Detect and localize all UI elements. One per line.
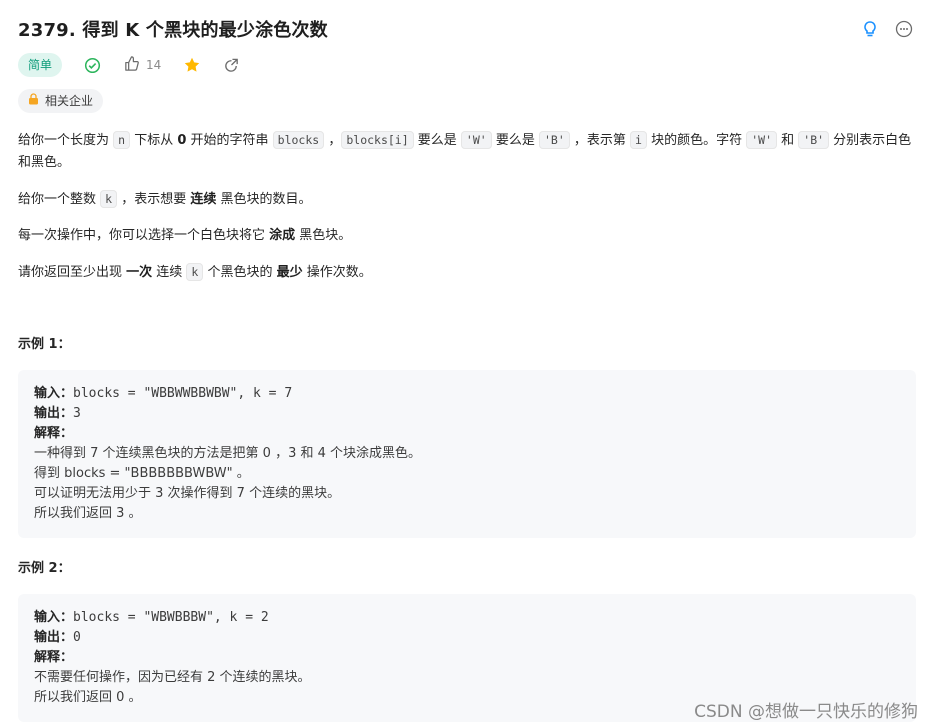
like-button[interactable]: 14 xyxy=(123,55,161,75)
example-1-title: 示例 1： xyxy=(18,337,71,352)
desc-paragraph-3: 每一次操作中，你可以选择一个白色块将它 涂成 黑色块。 xyxy=(18,228,352,243)
check-circle-icon xyxy=(84,57,101,74)
company-tag[interactable]: 相关企业 xyxy=(18,89,104,113)
example-2-title: 示例 2： xyxy=(18,561,71,576)
difficulty-badge: 简单 xyxy=(18,53,63,77)
lock-icon xyxy=(28,92,39,110)
meta-row: 简单 14 xyxy=(18,53,916,77)
more-icon[interactable] xyxy=(894,19,914,39)
star-icon[interactable] xyxy=(183,56,201,74)
desc-paragraph-4: 请你返回至少出现 一次 连续 k 个黑色块的 最少 操作次数。 xyxy=(18,263,372,281)
company-tag-label: 相关企业 xyxy=(45,94,94,108)
lightbulb-icon[interactable] xyxy=(860,19,880,39)
share-icon[interactable] xyxy=(223,57,240,74)
like-count: 14 xyxy=(146,58,162,72)
title-row: 2379. 得到 K 个黑块的最少涂色次数 xyxy=(18,14,916,44)
problem-description: 给你一个长度为 n 下标从 0 开始的字符串 blocks ， blocks[i]… xyxy=(18,129,916,722)
thumbs-up-icon xyxy=(123,55,140,75)
desc-paragraph-1: 给你一个长度为 n 下标从 0 开始的字符串 blocks ， blocks[i]… xyxy=(18,131,912,170)
example-1-block: 输入：blocks = "WBBWWBBWBW", k = 7 输出：3 解释：… xyxy=(18,370,916,538)
desc-paragraph-2: 给你一个整数 k ，表示想要 连续 黑色块的数目。 xyxy=(18,190,312,208)
problem-title: 2379. 得到 K 个黑块的最少涂色次数 xyxy=(18,20,328,41)
watermark: CSDN @想做一只快乐的修狗 xyxy=(694,702,918,722)
